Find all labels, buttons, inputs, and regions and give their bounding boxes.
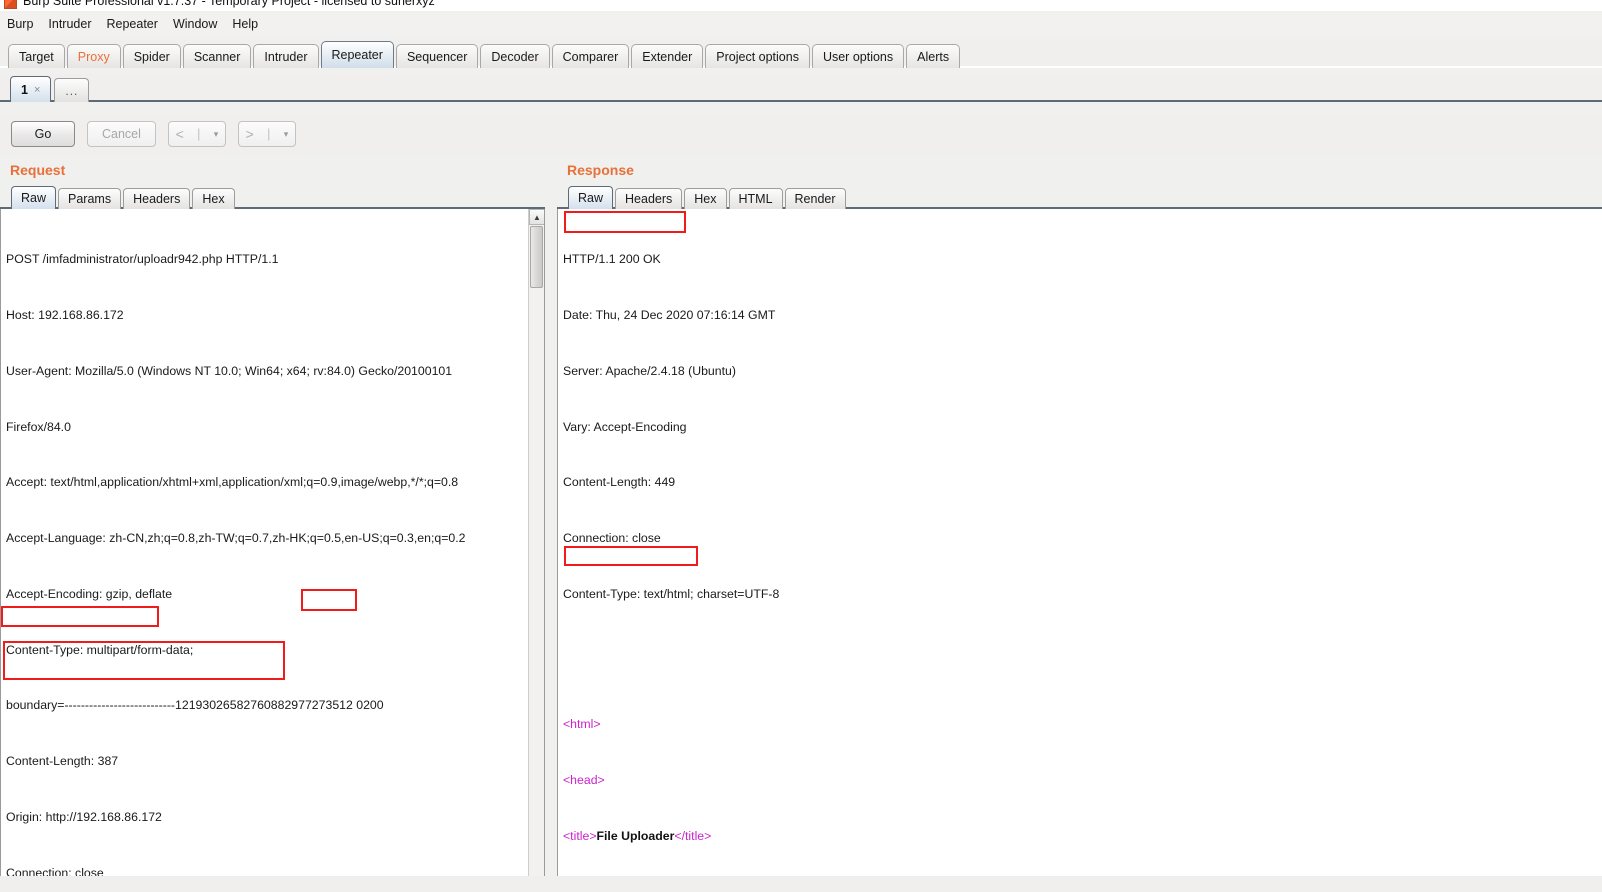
response-tab-strip: Raw Headers Hex HTML Render bbox=[557, 184, 1602, 209]
response-raw-text[interactable]: HTTP/1.1 200 OK Date: Thu, 24 Dec 2020 0… bbox=[563, 213, 1602, 892]
request-line: Accept-Language: zh-CN,zh;q=0.8,zh-TW;q=… bbox=[6, 531, 466, 546]
tab-repeater[interactable]: Repeater bbox=[320, 41, 394, 68]
response-tab-hex[interactable]: Hex bbox=[684, 188, 727, 209]
request-line: User-Agent: Mozilla/5.0 (Windows NT 10.0… bbox=[6, 363, 453, 378]
request-panel-title: Request bbox=[10, 162, 66, 178]
tab-comparer[interactable]: Comparer bbox=[551, 44, 630, 68]
menu-item-help[interactable]: Help bbox=[232, 15, 266, 33]
chevron-down-icon: ▾ bbox=[213, 128, 219, 139]
tab-spider[interactable]: Spider bbox=[122, 44, 181, 68]
tab-intruder[interactable]: Intruder bbox=[253, 44, 319, 68]
repeater-tab-strip: 1 × ... bbox=[0, 74, 1602, 102]
back-button: < | ▾ bbox=[167, 121, 226, 147]
response-tab-raw[interactable]: Raw bbox=[568, 186, 614, 209]
cancel-button: Cancel bbox=[87, 121, 156, 147]
menu-item-intruder[interactable]: Intruder bbox=[48, 15, 99, 33]
response-title-line: <title>File Uploader</title> bbox=[563, 827, 1602, 846]
response-html-open: <html> bbox=[563, 717, 601, 732]
response-head-open: <head> bbox=[563, 772, 605, 787]
response-blank-line bbox=[563, 641, 1602, 660]
tab-sequencer[interactable]: Sequencer bbox=[395, 44, 479, 68]
button-separator: | bbox=[267, 127, 271, 141]
burp-logo-icon bbox=[4, 0, 17, 9]
main-tab-strip: Target Proxy Spider Scanner Intruder Rep… bbox=[0, 40, 1602, 68]
request-line: Firefox/84.0 bbox=[6, 419, 71, 434]
scrollbar-thumb[interactable] bbox=[530, 226, 543, 288]
response-editor[interactable]: HTTP/1.1 200 OK Date: Thu, 24 Dec 2020 0… bbox=[557, 209, 1602, 892]
request-tab-strip: Raw Params Headers Hex bbox=[0, 184, 545, 209]
request-line: Accept-Encoding: gzip, deflate bbox=[6, 586, 173, 601]
response-header-content-type: Content-Type: text/html; charset=UTF-8 bbox=[563, 586, 780, 601]
close-icon[interactable]: × bbox=[34, 84, 40, 96]
request-tab-hex[interactable]: Hex bbox=[192, 188, 235, 209]
request-editor[interactable]: POST /imfadministrator/uploadr942.php HT… bbox=[0, 209, 545, 892]
button-separator: | bbox=[197, 127, 201, 141]
request-raw-text[interactable]: POST /imfadministrator/uploadr942.php HT… bbox=[6, 213, 544, 892]
request-line: Content-Length: 387 bbox=[6, 754, 119, 769]
chevron-right-icon: > bbox=[245, 126, 254, 142]
menu-item-window[interactable]: Window bbox=[173, 15, 225, 33]
request-line: Origin: http://192.168.86.172 bbox=[6, 810, 162, 824]
window-title-bar: Burp Suite Professional v1.7.37 - Tempor… bbox=[0, 0, 1602, 11]
menu-bar: Burp Intruder Repeater Window Help bbox=[0, 13, 1602, 34]
burp-suite-window: Burp Suite Professional v1.7.37 - Tempor… bbox=[0, 0, 1602, 892]
response-status-line: HTTP/1.1 200 OK bbox=[563, 252, 661, 267]
tab-user-options[interactable]: User options bbox=[811, 44, 905, 68]
request-line: POST /imfadministrator/uploadr942.php HT… bbox=[6, 252, 279, 267]
response-header-content-length: Content-Length: 449 bbox=[563, 475, 676, 490]
tab-scanner[interactable]: Scanner bbox=[182, 44, 252, 68]
request-tab-params[interactable]: Params bbox=[58, 188, 122, 209]
menu-item-repeater[interactable]: Repeater bbox=[107, 15, 166, 33]
response-tab-html[interactable]: HTML bbox=[728, 188, 783, 209]
response-panel-title: Response bbox=[567, 162, 634, 178]
tab-alerts[interactable]: Alerts bbox=[906, 44, 961, 68]
window-title: Burp Suite Professional v1.7.37 - Tempor… bbox=[23, 0, 435, 8]
tab-decoder[interactable]: Decoder bbox=[480, 44, 550, 68]
request-tab-raw[interactable]: Raw bbox=[11, 186, 57, 209]
response-header-vary: Vary: Accept-Encoding bbox=[563, 419, 687, 434]
title-close-tag: </title> bbox=[674, 828, 712, 843]
response-header-connection: Connection: close bbox=[563, 531, 661, 546]
response-tab-render[interactable]: Render bbox=[784, 188, 846, 209]
response-header-server: Server: Apache/2.4.18 (Ubuntu) bbox=[563, 363, 736, 378]
forward-button: > | ▾ bbox=[237, 121, 296, 147]
tab-extender[interactable]: Extender bbox=[631, 44, 704, 68]
tab-project-options[interactable]: Project options bbox=[705, 44, 810, 68]
request-vertical-scrollbar[interactable]: ▲ ▼ bbox=[528, 209, 544, 892]
page-title-text: File Uploader bbox=[596, 828, 675, 843]
repeater-tab-number: 1 bbox=[21, 82, 28, 97]
tab-proxy[interactable]: Proxy bbox=[66, 44, 121, 68]
response-tab-headers[interactable]: Headers bbox=[615, 188, 683, 209]
ellipsis-icon: ... bbox=[65, 83, 79, 98]
repeater-new-tab[interactable]: ... bbox=[54, 78, 90, 102]
menu-item-burp[interactable]: Burp bbox=[7, 15, 41, 33]
response-pane: Response Raw Headers Hex HTML Render HTT… bbox=[557, 158, 1602, 892]
status-bar bbox=[0, 876, 1602, 892]
response-header-date: Date: Thu, 24 Dec 2020 07:16:14 GMT bbox=[563, 307, 776, 322]
repeater-toolbar: Go Cancel < | ▾ > | ▾ bbox=[0, 114, 1602, 154]
chevron-down-icon: ▾ bbox=[283, 128, 289, 139]
tab-target[interactable]: Target bbox=[8, 44, 65, 68]
request-line: Accept: text/html,application/xhtml+xml,… bbox=[6, 475, 459, 490]
scroll-up-icon[interactable]: ▲ bbox=[529, 209, 544, 225]
request-line: boundary=---------------------------1219… bbox=[6, 698, 384, 713]
repeater-tab-1[interactable]: 1 × bbox=[10, 76, 52, 102]
request-pane: Request Raw Params Headers Hex POST /imf… bbox=[0, 158, 545, 892]
go-button[interactable]: Go bbox=[11, 121, 75, 147]
request-line: Content-Type: multipart/form-data; bbox=[6, 642, 194, 657]
chevron-left-icon: < bbox=[175, 126, 184, 142]
request-tab-headers[interactable]: Headers bbox=[123, 188, 191, 209]
request-line: Host: 192.168.86.172 bbox=[6, 307, 124, 322]
title-open-tag: <title> bbox=[563, 828, 597, 843]
